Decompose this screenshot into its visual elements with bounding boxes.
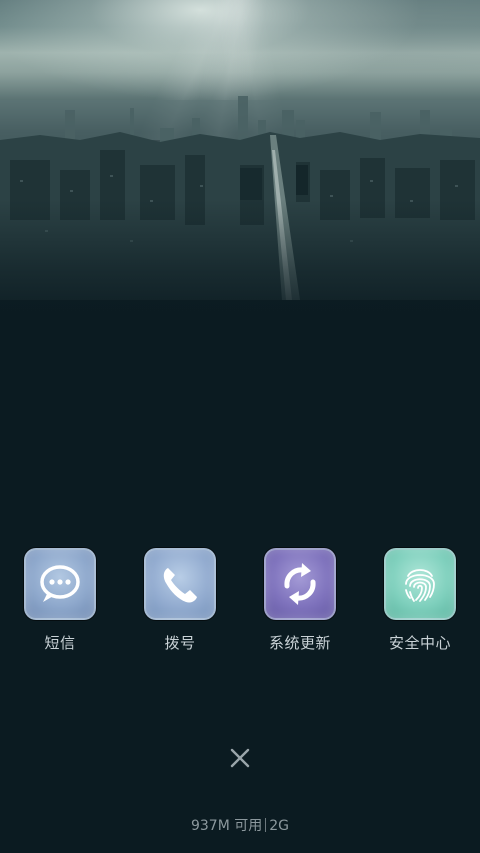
network-type-text: 2G bbox=[269, 818, 290, 834]
chat-bubble-icon bbox=[24, 548, 96, 620]
shortcut-sms[interactable]: 短信 bbox=[12, 548, 112, 658]
status-divider bbox=[265, 818, 267, 832]
available-memory-text: 937M 可用 bbox=[190, 818, 263, 834]
phone-handset-icon bbox=[144, 548, 216, 620]
refresh-arrows-icon bbox=[264, 548, 336, 620]
wallpaper-city-image bbox=[0, 0, 480, 330]
shortcut-label: 短信 bbox=[44, 634, 76, 652]
fingerprint-icon bbox=[384, 548, 456, 620]
recent-apps-screen: 短信 拨号 系统更新 安全中心 937M 可用 2G bbox=[0, 0, 480, 853]
shortcut-label: 系统更新 bbox=[268, 634, 331, 652]
shortcut-dialer[interactable]: 拨号 bbox=[132, 548, 232, 658]
memory-status: 937M 可用 2G bbox=[0, 815, 480, 835]
close-icon bbox=[230, 748, 250, 768]
shortcut-label: 拨号 bbox=[164, 634, 196, 652]
shortcut-security-center[interactable]: 安全中心 bbox=[372, 548, 472, 658]
shortcut-row: 短信 拨号 系统更新 安全中心 bbox=[0, 548, 480, 658]
shortcut-label: 安全中心 bbox=[388, 634, 451, 652]
shortcut-system-update[interactable]: 系统更新 bbox=[252, 548, 352, 658]
close-button[interactable] bbox=[222, 740, 258, 776]
